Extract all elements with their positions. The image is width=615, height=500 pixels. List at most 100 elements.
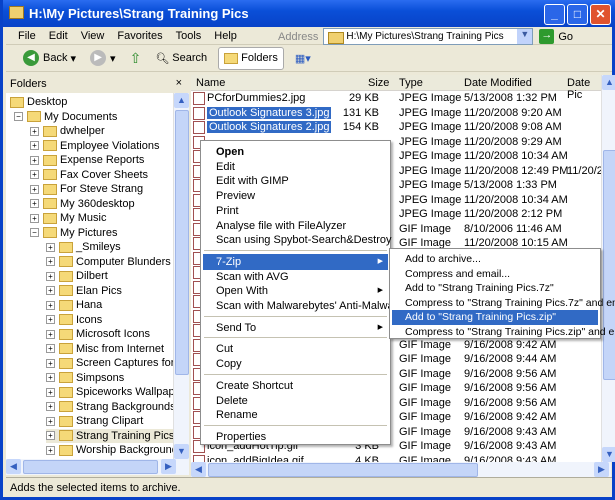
- tree-item[interactable]: + My Music: [30, 211, 106, 225]
- list-vertical-scrollbar[interactable]: ▲ ▼: [601, 75, 615, 462]
- context-item-cut[interactable]: Cut: [203, 341, 388, 357]
- collapse-icon[interactable]: −: [14, 112, 23, 121]
- context-item-copy[interactable]: Copy: [203, 356, 388, 372]
- scroll-right-icon[interactable]: ▶: [594, 462, 609, 477]
- chevron-down-icon[interactable]: ▼: [517, 29, 533, 44]
- expand-icon[interactable]: +: [46, 329, 55, 339]
- scroll-down-icon[interactable]: ▼: [602, 447, 615, 462]
- minimize-button[interactable]: _: [544, 4, 565, 25]
- tree-item[interactable]: + My 360desktop: [30, 197, 135, 211]
- close-pane-icon[interactable]: ×: [176, 77, 182, 89]
- tree-item[interactable]: + Employee Violations: [30, 139, 159, 153]
- context-item-print[interactable]: Print: [203, 203, 388, 219]
- context-item-edit-with-gimp[interactable]: Edit with GIMP: [203, 173, 388, 189]
- expand-icon[interactable]: +: [46, 344, 55, 353]
- scroll-down-icon[interactable]: ▼: [174, 444, 189, 459]
- submenu-item[interactable]: Add to "Strang Training Pics.zip": [392, 310, 598, 325]
- submenu-item[interactable]: Add to "Strang Training Pics.7z": [392, 281, 598, 296]
- scroll-up-icon[interactable]: ▲: [602, 75, 615, 90]
- tree-item[interactable]: Desktop: [10, 95, 67, 109]
- context-item-analyse-file-with-filealyzer[interactable]: Analyse file with FileAlyzer: [203, 218, 388, 234]
- expand-icon[interactable]: +: [30, 213, 39, 223]
- context-item-scan-using-spybot-search-destroy[interactable]: Scan using Spybot-Search&Destroy: [203, 232, 391, 248]
- column-name[interactable]: Name: [196, 77, 225, 89]
- expand-icon[interactable]: +: [46, 358, 55, 368]
- tree-item[interactable]: + Strang Backgrounds: [46, 400, 175, 414]
- context-item-rename[interactable]: Rename: [203, 407, 388, 423]
- tree-horizontal-scrollbar[interactable]: ◀ ▶: [6, 459, 189, 475]
- column-size[interactable]: Size: [368, 77, 389, 89]
- expand-icon[interactable]: +: [46, 373, 55, 382]
- tree-item[interactable]: + Screen Captures for Tro: [46, 356, 175, 370]
- file-row[interactable]: Outlook Signatures 3.jpg 131 KB JPEG Image…: [191, 106, 601, 120]
- context-item-delete[interactable]: Delete: [203, 393, 388, 409]
- tree-item[interactable]: − My Pictures: [30, 226, 117, 240]
- scroll-thumb[interactable]: [208, 463, 478, 477]
- tree-item[interactable]: + Microsoft Icons: [46, 327, 150, 341]
- context-item-7-zip[interactable]: 7-Zip: [203, 253, 388, 270]
- up-folder-button[interactable]: ⇧: [127, 47, 145, 70]
- go-button[interactable]: → Go: [539, 29, 573, 44]
- expand-icon[interactable]: +: [46, 445, 55, 455]
- address-input[interactable]: H:\My Pictures\Strang Training Pics ▼: [323, 28, 534, 45]
- scroll-left-icon[interactable]: ◀: [6, 459, 21, 474]
- column-type[interactable]: Type: [399, 77, 423, 89]
- scroll-up-icon[interactable]: ▲: [174, 93, 189, 108]
- context-item-send-to[interactable]: Send To: [203, 320, 388, 336]
- tree-item[interactable]: + Computer Blunders: [46, 255, 171, 269]
- menu-edit[interactable]: Edit: [49, 30, 68, 42]
- expand-icon[interactable]: +: [46, 387, 55, 397]
- scroll-left-icon[interactable]: ◀: [191, 462, 206, 477]
- expand-icon[interactable]: +: [46, 402, 55, 411]
- expand-icon[interactable]: +: [30, 184, 39, 194]
- expand-icon[interactable]: +: [46, 315, 55, 324]
- tree-item[interactable]: + Misc from Internet: [46, 342, 164, 356]
- tree-item[interactable]: + Spiceworks Wallpapers: [46, 385, 175, 399]
- forward-button[interactable]: ▶ ▾: [87, 47, 119, 70]
- tree-item[interactable]: + Strang Clipart: [46, 414, 143, 428]
- tree-item[interactable]: + Strang Training Pics: [46, 428, 175, 443]
- expand-icon[interactable]: +: [46, 300, 55, 310]
- search-button[interactable]: 🔍︎ Search: [152, 47, 210, 70]
- back-button[interactable]: ◀ Back ▾: [20, 47, 79, 70]
- tree-item[interactable]: − My Documents: [14, 110, 117, 124]
- column-date-modified[interactable]: Date Modified: [464, 77, 532, 89]
- expand-icon[interactable]: +: [30, 155, 39, 165]
- tree-item[interactable]: + Fax Cover Sheets: [30, 168, 148, 182]
- collapse-icon[interactable]: −: [30, 228, 39, 237]
- tree-item[interactable]: + Worship Backgrounds: [46, 443, 175, 457]
- context-item-edit[interactable]: Edit: [203, 159, 388, 175]
- tree-item[interactable]: + Expense Reports: [30, 153, 144, 167]
- menu-file[interactable]: File: [18, 30, 36, 42]
- file-row[interactable]: PCforDummies2.jpg 29 KB JPEG Image 5/13/200…: [191, 91, 601, 105]
- context-item-scan-with-avg[interactable]: Scan with AVG: [203, 269, 388, 285]
- tree-item[interactable]: + Elan Pics: [46, 284, 122, 298]
- submenu-item[interactable]: Compress to "Strang Training Pics.7z" an…: [392, 296, 615, 311]
- context-item-open-with[interactable]: Open With: [203, 283, 388, 299]
- expand-icon[interactable]: +: [46, 242, 55, 252]
- file-row[interactable]: Outlook Signatures 2.jpg 154 KB JPEG Image…: [191, 120, 601, 134]
- views-button[interactable]: ▦▾: [292, 47, 314, 70]
- tree-vertical-scrollbar[interactable]: ▲ ▼: [173, 93, 189, 459]
- list-horizontal-scrollbar[interactable]: ◀ ▶: [191, 462, 611, 478]
- maximize-button[interactable]: □: [567, 4, 588, 25]
- submenu-item[interactable]: Compress to "Strang Training Pics.zip" a…: [392, 325, 615, 340]
- tree-item[interactable]: + Dilbert: [46, 269, 108, 283]
- expand-icon[interactable]: +: [46, 257, 55, 266]
- scroll-right-icon[interactable]: ▶: [161, 459, 176, 474]
- scroll-thumb[interactable]: [603, 150, 615, 380]
- context-item-open[interactable]: Open: [203, 144, 388, 160]
- menu-view[interactable]: View: [81, 30, 105, 42]
- tree-item[interactable]: + Hana: [46, 298, 102, 312]
- scroll-thumb[interactable]: [175, 110, 189, 375]
- tree-item[interactable]: + For Steve Strang: [30, 182, 143, 196]
- tree-item[interactable]: + Simpsons: [46, 371, 124, 385]
- expand-icon[interactable]: +: [46, 271, 55, 281]
- menu-help[interactable]: Help: [214, 30, 237, 42]
- context-item-create-shortcut[interactable]: Create Shortcut: [203, 378, 388, 394]
- tree-item[interactable]: + Icons: [46, 313, 102, 327]
- expand-icon[interactable]: +: [30, 126, 39, 136]
- context-item-preview[interactable]: Preview: [203, 188, 388, 204]
- close-button[interactable]: ✕: [590, 4, 611, 25]
- file-row[interactable]: icon_addBigIdea.gif 4 KB GIF Image 9/16/200…: [191, 454, 601, 462]
